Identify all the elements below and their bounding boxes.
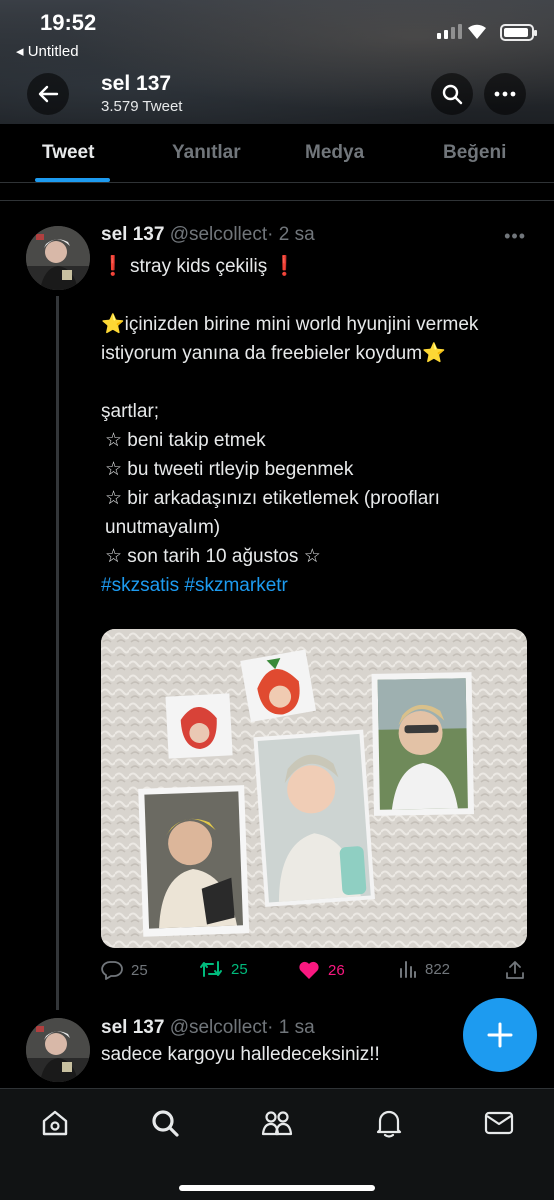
avatar[interactable] xyxy=(26,1018,90,1082)
nav-notifications[interactable] xyxy=(371,1105,407,1141)
tweet-actions: 25 25 26 822 xyxy=(101,960,527,984)
reply-button[interactable]: 25 xyxy=(101,960,148,980)
tweet-header: sel 137 @selcollect· 2 sa xyxy=(101,224,315,246)
share-icon xyxy=(506,961,524,979)
author-name[interactable]: sel 137 xyxy=(101,224,164,245)
tweet-image[interactable] xyxy=(101,629,527,948)
tweet-text: ❗ stray kids çekiliş ❗ ⭐içinizden birine… xyxy=(101,252,521,600)
messages-icon xyxy=(484,1111,514,1135)
reply-count: 25 xyxy=(131,961,148,979)
avatar[interactable] xyxy=(26,226,90,290)
back-button[interactable] xyxy=(27,73,69,115)
wifi-icon xyxy=(466,22,488,45)
rule-item: ☆ bir arkadaşınızı etiketlemek (prooflar… xyxy=(105,488,446,538)
author-name[interactable]: sel 137 xyxy=(101,1017,164,1038)
hashtags[interactable]: #skzsatis #skzmarketr xyxy=(101,571,521,600)
star-icon: ⭐ xyxy=(101,314,125,335)
exclamation-icon: ❗ xyxy=(272,256,297,277)
search-icon xyxy=(442,84,463,105)
search-button[interactable] xyxy=(431,73,473,115)
arrow-left-icon xyxy=(38,85,59,103)
tweet-header: sel 137 @selcollect· 1 sa xyxy=(101,1017,315,1039)
bottom-navigation xyxy=(0,1088,554,1200)
avatar-photo xyxy=(26,1018,90,1082)
tweet-more-icon[interactable]: ••• xyxy=(504,226,526,247)
tweet-line: stray kids çekiliş xyxy=(129,256,268,277)
author-handle[interactable]: @selcollect xyxy=(170,224,267,245)
like-count: 26 xyxy=(328,961,345,979)
star-icon: ⭐ xyxy=(422,343,446,364)
plus-icon xyxy=(487,1022,513,1048)
divider xyxy=(0,200,554,201)
tweet-time: · 1 sa xyxy=(267,1017,315,1038)
heart-icon xyxy=(299,961,319,979)
exclamation-icon: ❗ xyxy=(101,256,125,277)
tab-media[interactable]: Medya xyxy=(305,142,364,164)
more-horizontal-icon xyxy=(494,91,516,97)
retweet-button[interactable]: 25 xyxy=(199,960,248,978)
view-count: 822 xyxy=(425,960,451,978)
active-tab-indicator xyxy=(35,178,110,182)
reply-icon xyxy=(101,961,123,980)
home-indicator xyxy=(179,1185,375,1191)
avatar-photo xyxy=(26,226,90,290)
clock: 19:52 xyxy=(40,10,97,35)
nav-search[interactable] xyxy=(147,1105,183,1141)
thread-connector xyxy=(56,296,59,1010)
share-button[interactable] xyxy=(505,960,525,980)
views-icon xyxy=(400,961,416,978)
profile-tabs: Tweet Yanıtlar Medya Beğeni xyxy=(0,124,554,183)
search-icon xyxy=(152,1110,179,1137)
nav-home[interactable] xyxy=(37,1105,73,1141)
signal-icon xyxy=(437,24,462,39)
more-options-button[interactable] xyxy=(484,73,526,115)
back-to-app-link[interactable]: ◂ Untitled xyxy=(16,42,79,60)
nav-messages[interactable] xyxy=(481,1105,517,1141)
tweet-text: sadece kargoyu halledeceksiniz!! xyxy=(101,1044,380,1065)
tab-replies[interactable]: Yanıtlar xyxy=(172,142,241,164)
battery-icon xyxy=(500,24,537,41)
rule-item: ☆ beni takip etmek xyxy=(105,430,266,451)
status-bar: 19:52 ◂ Untitled xyxy=(0,0,554,66)
retweet-count: 25 xyxy=(231,960,248,978)
compose-tweet-button[interactable] xyxy=(463,998,537,1072)
rules-title: şartlar; xyxy=(101,401,160,422)
tab-tweets[interactable]: Tweet xyxy=(42,142,94,164)
rule-item: ☆ son tarih 10 ağustos ☆ xyxy=(105,546,321,567)
tweet-count: 3.579 Tweet xyxy=(101,98,183,115)
retweet-icon xyxy=(200,961,222,977)
like-button[interactable]: 26 xyxy=(298,960,345,980)
author-handle[interactable]: @selcollect xyxy=(170,1017,267,1038)
nav-communities[interactable] xyxy=(259,1105,295,1141)
notifications-icon xyxy=(376,1110,402,1138)
communities-icon xyxy=(261,1111,293,1136)
profile-name: sel 137 xyxy=(101,72,172,95)
home-icon xyxy=(42,1110,68,1136)
tweet-time: · 2 sa xyxy=(267,224,315,245)
views-button[interactable]: 822 xyxy=(399,960,450,978)
tab-likes[interactable]: Beğeni xyxy=(443,142,506,164)
photocards-photo xyxy=(101,629,527,948)
rule-item: ☆ bu tweeti rtleyip begenmek xyxy=(105,459,354,480)
profile-header: sel 137 3.579 Tweet xyxy=(0,70,554,122)
